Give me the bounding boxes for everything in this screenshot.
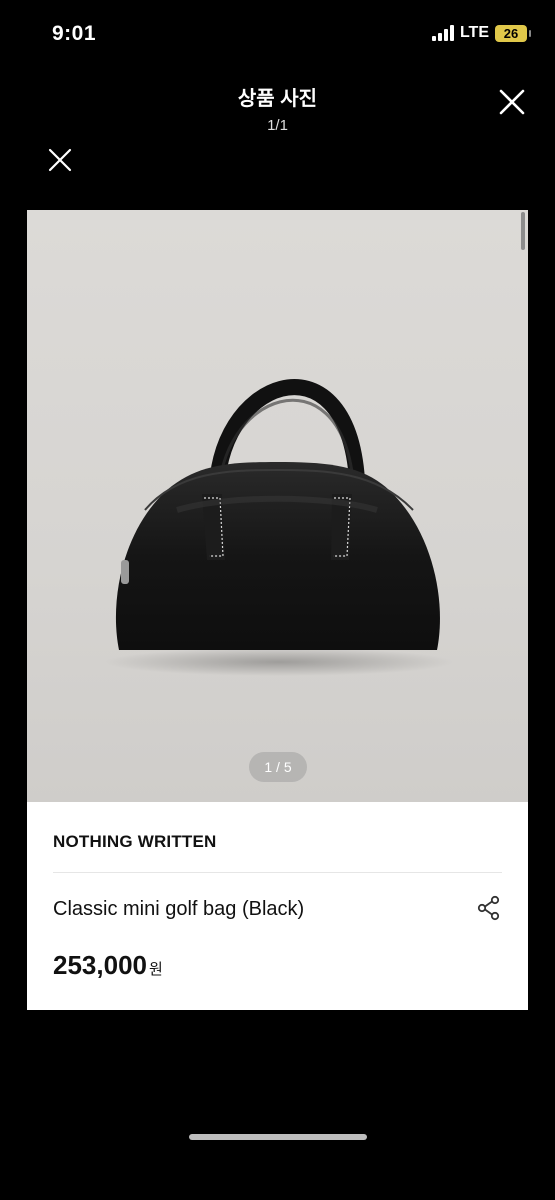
image-counter-badge: 1 / 5 xyxy=(249,752,307,782)
status-indicators: LTE 26 xyxy=(431,24,531,42)
product-photo[interactable]: 1 / 5 xyxy=(27,210,528,802)
price-row: 253,000 원 xyxy=(53,950,163,981)
battery-icon: 26 xyxy=(495,24,531,42)
signal-icon xyxy=(431,25,454,41)
share-button[interactable] xyxy=(475,894,503,922)
status-time: 9:01 xyxy=(52,22,97,45)
battery-level: 26 xyxy=(503,25,519,41)
product-price: 253,000 xyxy=(53,950,147,980)
viewer-title: 상품 사진 xyxy=(237,88,318,110)
network-type: LTE xyxy=(459,24,489,41)
home-indicator[interactable] xyxy=(189,1134,367,1140)
close-icon xyxy=(48,148,72,172)
product-name: Classic mini golf bag (Black) xyxy=(53,898,305,920)
divider xyxy=(53,872,502,873)
viewer-counter: 1/1 xyxy=(267,117,288,134)
brand-name[interactable]: NOTHING WRITTEN xyxy=(53,832,217,852)
product-card: 1 / 5 NOTHING WRITTEN Classic mini golf … xyxy=(27,210,528,1010)
scrollbar-thumb[interactable] xyxy=(521,212,525,250)
share-icon xyxy=(477,895,500,921)
close-viewer-button[interactable] xyxy=(496,86,528,118)
bag-image xyxy=(104,379,454,676)
close-icon xyxy=(499,89,525,115)
price-currency: 원 xyxy=(148,961,163,978)
viewer-header: 상품 사진 1/1 xyxy=(0,82,555,134)
status-bar: 9:01 LTE 26 xyxy=(0,0,555,70)
close-button[interactable] xyxy=(46,146,74,174)
